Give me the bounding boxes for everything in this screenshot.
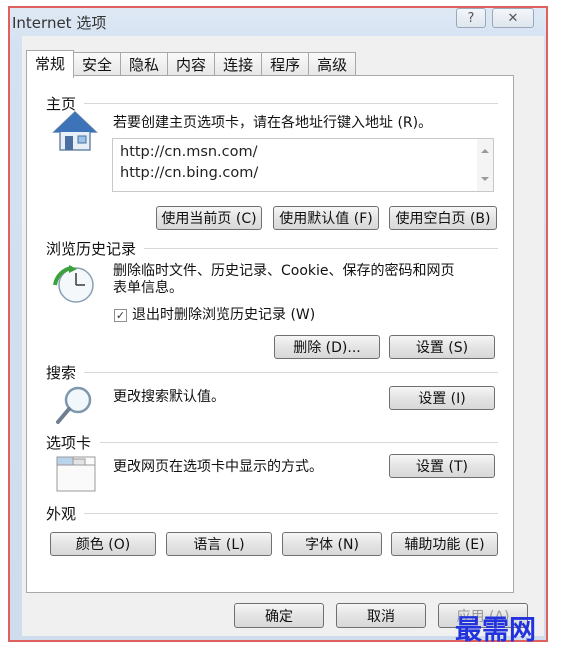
tab-security[interactable]: 安全: [73, 52, 122, 76]
appearance-divider: [84, 513, 498, 514]
tab-connections[interactable]: 连接: [214, 52, 263, 76]
tabs-settings-button[interactable]: 设置 (T): [389, 454, 495, 478]
help-button[interactable]: ?: [456, 8, 486, 28]
search-section-title: 搜索: [46, 362, 81, 383]
tabs-description: 更改网页在选项卡中显示的方式。: [113, 459, 323, 475]
accessibility-button[interactable]: 辅助功能 (E): [391, 532, 498, 556]
delete-history-button[interactable]: 删除 (D)...: [274, 335, 380, 359]
tab-advanced[interactable]: 高级: [308, 52, 357, 76]
search-settings-button[interactable]: 设置 (I): [389, 386, 495, 410]
delete-on-exit-checkbox[interactable]: ✓: [114, 309, 127, 322]
tabs-window-icon: [56, 456, 96, 492]
history-section-title: 浏览历史记录: [46, 238, 141, 259]
history-settings-button[interactable]: 设置 (S): [389, 335, 495, 359]
tabs-divider: [100, 442, 498, 443]
tab-programs[interactable]: 程序: [261, 52, 310, 76]
tab-strip: 常规 安全 隐私 内容 连接 程序 高级: [26, 50, 357, 78]
url-scrollbar[interactable]: [477, 139, 493, 191]
scroll-down-icon[interactable]: [481, 177, 489, 181]
fonts-button[interactable]: 字体 (N): [282, 532, 382, 556]
site-watermark: 最需网: [455, 615, 536, 646]
ok-button[interactable]: 确定: [234, 603, 324, 628]
appearance-section-title: 外观: [46, 503, 81, 524]
colors-button[interactable]: 颜色 (O): [50, 532, 156, 556]
home-url-line: http://cn.msn.com/: [120, 144, 258, 160]
search-description: 更改搜索默认值。: [113, 389, 225, 405]
cancel-button[interactable]: 取消: [336, 603, 426, 628]
tab-privacy[interactable]: 隐私: [120, 52, 169, 76]
history-divider: [144, 248, 498, 249]
tab-general[interactable]: 常规: [26, 50, 75, 78]
magnifier-icon: [56, 386, 92, 424]
delete-on-exit-label[interactable]: 退出时删除浏览历史记录 (W): [132, 307, 315, 324]
home-description: 若要创建主页选项卡，请在各地址行键入地址 (R)。: [113, 115, 433, 131]
home-url-textarea[interactable]: http://cn.msn.com/ http://cn.bing.com/: [112, 138, 494, 192]
home-url-line: http://cn.bing.com/: [120, 165, 259, 181]
house-icon: [52, 110, 98, 151]
history-icon: [53, 265, 94, 303]
tab-content[interactable]: 内容: [167, 52, 216, 76]
home-divider: [84, 103, 498, 104]
history-description-line1: 删除临时文件、历史记录、Cookie、保存的密码和网页: [113, 263, 455, 279]
window-title: Internet 选项: [12, 14, 107, 32]
close-button[interactable]: ✕: [492, 8, 534, 28]
use-blank-button[interactable]: 使用空白页 (B): [389, 206, 497, 230]
tabs-section-title: 选项卡: [46, 432, 96, 453]
use-current-button[interactable]: 使用当前页 (C): [156, 206, 262, 230]
scroll-up-icon[interactable]: [481, 149, 489, 153]
use-default-button[interactable]: 使用默认值 (F): [273, 206, 379, 230]
history-description-line2: 表单信息。: [113, 280, 183, 296]
search-divider: [84, 372, 498, 373]
languages-button[interactable]: 语言 (L): [166, 532, 272, 556]
